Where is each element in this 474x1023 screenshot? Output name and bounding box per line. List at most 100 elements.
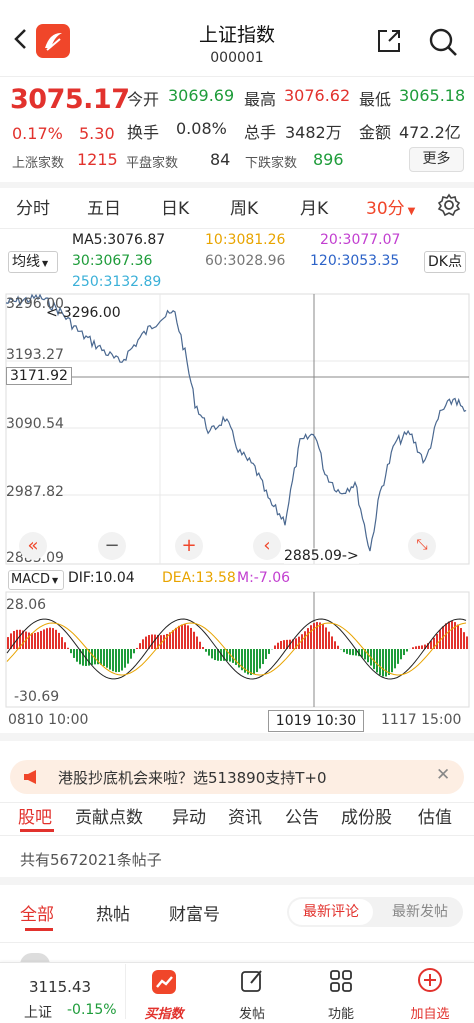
macd-bar <box>322 624 324 649</box>
ma-mode-select[interactable]: 均线 ▼ <box>8 251 58 273</box>
macd-bar <box>457 624 459 649</box>
post-label[interactable]: 发帖 <box>226 1003 278 1022</box>
open-value: 3069.69 <box>168 86 235 105</box>
add-watchlist-label[interactable]: 加自选 <box>400 1003 460 1022</box>
macd-bar <box>445 623 447 649</box>
tab-daily-k[interactable]: 日K <box>161 194 189 219</box>
macd-bar <box>343 649 345 653</box>
down-count-label: 下跌家数 <box>245 156 298 171</box>
macd-bar <box>259 649 261 669</box>
macd-bar <box>70 649 72 654</box>
crosshair-date-label: 1019 10:30 <box>268 710 364 732</box>
features-label[interactable]: 功能 <box>315 1003 367 1022</box>
more-button[interactable]: 更多 <box>409 147 464 172</box>
macd-bar <box>193 631 195 649</box>
tab-monthly-k[interactable]: 月K <box>300 194 328 219</box>
x-axis-start: 0810 10:00 <box>8 712 89 728</box>
divider <box>0 942 474 943</box>
macd-bar <box>331 636 333 649</box>
dropdown-arrow-icon: ▼ <box>51 576 59 585</box>
fullscreen-icon[interactable]: ⤡ <box>408 532 436 560</box>
up-count: 1215 <box>77 150 118 169</box>
tab-announcement[interactable]: 公告 <box>285 803 319 828</box>
tab-valuation[interactable]: 估值 <box>418 803 452 828</box>
sort-latest-comment[interactable]: 最新评论 <box>289 899 373 925</box>
dropdown-arrow-icon: ▼ <box>42 259 49 268</box>
active-filter-indicator <box>25 928 53 931</box>
macd-bar <box>28 632 30 649</box>
features-grid-icon[interactable] <box>328 968 354 994</box>
macd-bar <box>82 649 84 666</box>
macd-bar <box>280 641 282 649</box>
macd-bar <box>310 625 312 649</box>
zoom-out-icon[interactable]: − <box>98 532 126 560</box>
footer-index-price[interactable]: 3115.43 <box>29 978 91 996</box>
macd-bar <box>466 636 468 649</box>
promo-banner[interactable]: 港股抄底机会来啦？选513890支持T+0 ✕ <box>10 760 464 794</box>
filter-hot[interactable]: 热帖 <box>96 900 130 925</box>
indicator-label: MACD <box>11 572 50 587</box>
macd-chart[interactable] <box>0 591 474 708</box>
macd-dif: DIF:10.04 <box>68 570 135 586</box>
macd-bar <box>400 649 402 660</box>
tab-30min-label: 30分 <box>366 199 405 219</box>
active-tab-indicator <box>20 829 54 832</box>
macd-bar <box>124 649 126 668</box>
macd-bar <box>172 630 174 649</box>
macd-bar <box>103 649 105 666</box>
change-amount: 5.30 <box>79 124 115 143</box>
macd-bar <box>58 632 60 649</box>
macd-bar <box>13 630 15 649</box>
macd-bar <box>40 630 42 649</box>
ma120-value: 120:3053.35 <box>310 253 400 269</box>
settings-gear-icon[interactable] <box>437 193 461 217</box>
tab-five-day[interactable]: 五日 <box>87 194 121 219</box>
macd-bar <box>265 649 267 660</box>
tab-movement[interactable]: 异动 <box>172 803 206 828</box>
zoom-in-icon[interactable]: + <box>175 532 203 560</box>
macd-dea: DEA:13.58 <box>162 570 236 586</box>
macd-bar <box>346 649 348 654</box>
macd-bar <box>115 649 117 673</box>
post-edit-icon[interactable] <box>239 968 265 994</box>
macd-bar <box>49 627 51 649</box>
dk-point-button[interactable]: DK点 <box>424 251 466 273</box>
macd-bar <box>43 629 45 649</box>
share-icon[interactable] <box>375 27 403 55</box>
divider <box>0 76 474 77</box>
tab-constituents[interactable]: 成份股 <box>341 803 392 828</box>
turnover-label: 换手 <box>127 123 160 142</box>
tab-news[interactable]: 资讯 <box>228 803 262 828</box>
indicator-select[interactable]: MACD ▼ <box>8 570 64 590</box>
sort-toggle: 最新评论 最新发帖 <box>287 897 463 927</box>
tab-intraday[interactable]: 分时 <box>16 194 50 219</box>
tab-weekly-k[interactable]: 周K <box>230 194 258 219</box>
macd-bar <box>55 629 57 649</box>
buy-index-icon[interactable] <box>150 968 178 996</box>
tab-guba[interactable]: 股吧 <box>18 803 52 828</box>
scroll-left-fast-icon[interactable]: « <box>19 532 47 560</box>
search-icon[interactable] <box>427 26 459 58</box>
macd-bar <box>34 632 36 649</box>
macd-bar <box>391 649 393 673</box>
macd-bar <box>373 649 375 670</box>
min-marker: 2885.09-> <box>284 548 359 564</box>
add-watchlist-icon[interactable] <box>416 966 444 994</box>
macd-bar <box>436 633 438 649</box>
open-label: 今开 <box>127 90 160 109</box>
sort-latest-post[interactable]: 最新发帖 <box>379 899 461 925</box>
macd-bar <box>412 647 414 649</box>
high-value: 3076.62 <box>284 86 351 105</box>
filter-wealth[interactable]: 财富号 <box>169 900 220 925</box>
tab-contribution[interactable]: 贡献点数 <box>75 803 143 828</box>
tab-30min[interactable]: 30分 ▼ <box>366 194 415 219</box>
macd-bar <box>145 636 147 649</box>
kline-chart[interactable] <box>0 293 474 565</box>
macd-bar <box>397 649 399 664</box>
scroll-left-icon[interactable]: ‹ <box>253 532 281 560</box>
buy-index-label[interactable]: 买指数 <box>138 1003 190 1022</box>
chart-frame <box>5 293 470 565</box>
macd-bar <box>277 642 279 649</box>
filter-all[interactable]: 全部 <box>20 900 54 925</box>
close-icon[interactable]: ✕ <box>436 765 450 785</box>
